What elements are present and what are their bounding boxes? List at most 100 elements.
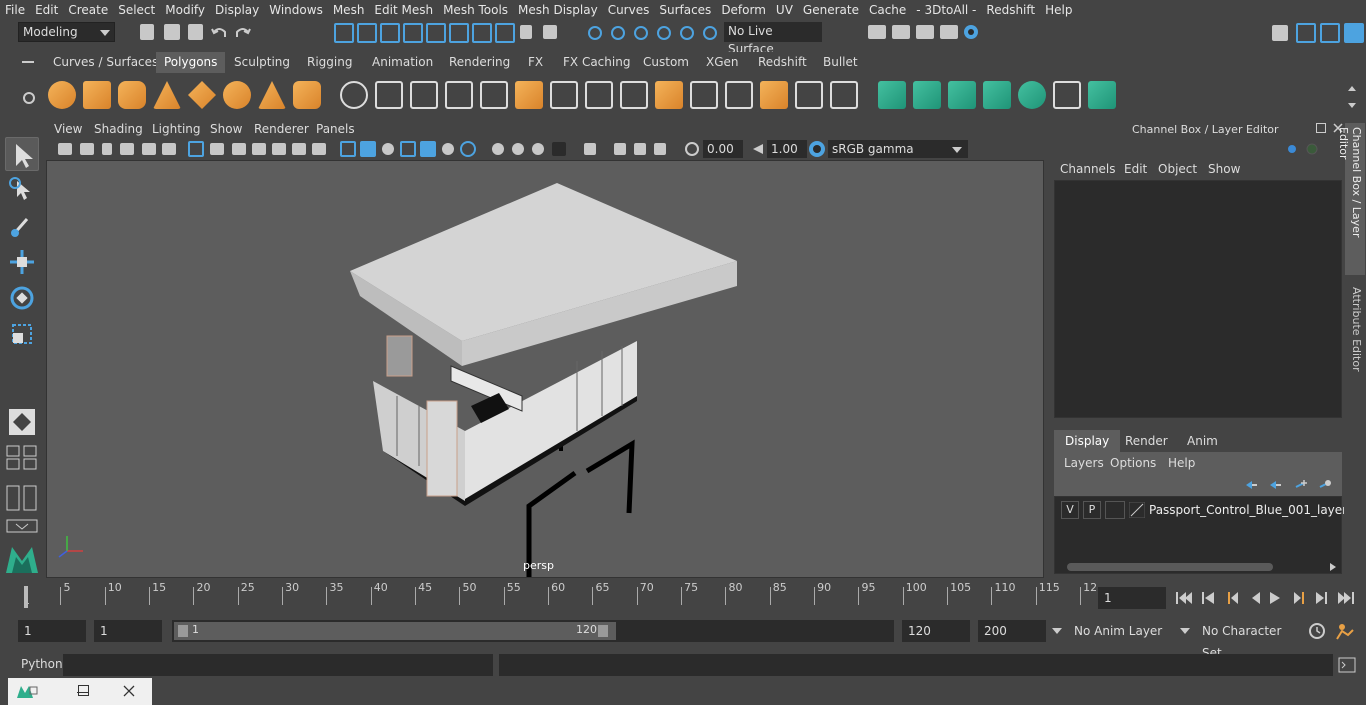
- new-scene-icon[interactable]: [140, 24, 154, 40]
- cylindrical-mapping-icon[interactable]: [913, 81, 941, 109]
- shelf-settings-icon[interactable]: [22, 91, 36, 108]
- resolution-gate-icon[interactable]: [232, 143, 246, 155]
- select-camera-icon[interactable]: [58, 143, 72, 155]
- auto-key-icon[interactable]: [1308, 622, 1326, 643]
- open-scene-icon[interactable]: [164, 24, 180, 40]
- move-tool-icon[interactable]: [5, 245, 39, 279]
- time-slider[interactable]: 1510152025303540455055606570758085909510…: [18, 580, 1097, 612]
- default-material-icon[interactable]: [382, 143, 394, 155]
- grid-icon[interactable]: [188, 141, 204, 157]
- channel-box-menu-channels[interactable]: Channels: [1060, 162, 1116, 176]
- camera-attributes-icon[interactable]: [80, 143, 94, 155]
- planar-mapping-icon[interactable]: [878, 81, 906, 109]
- script-editor-icon[interactable]: [1338, 657, 1356, 676]
- menu-modify[interactable]: Modify: [160, 0, 210, 20]
- fill-hole-icon[interactable]: [655, 81, 683, 109]
- close-icon[interactable]: [122, 684, 136, 701]
- paint-select-tool-icon[interactable]: [5, 209, 39, 243]
- poly-sphere-icon[interactable]: [48, 81, 76, 109]
- menu-3dtoall[interactable]: - 3DtoAll -: [911, 0, 981, 20]
- shelf-tab-xgen[interactable]: XGen: [698, 52, 747, 73]
- wireframe-icon[interactable]: [340, 141, 356, 157]
- poly-cone-icon[interactable]: [153, 81, 181, 109]
- automatic-mapping-icon[interactable]: [983, 81, 1011, 109]
- tab-display[interactable]: Display: [1054, 430, 1121, 452]
- viewport-menu-lighting[interactable]: Lighting: [152, 122, 201, 136]
- menu-deform[interactable]: Deform: [716, 0, 771, 20]
- viewport-persp[interactable]: persp: [46, 160, 1044, 578]
- tab-render[interactable]: Render: [1114, 430, 1179, 452]
- bookmark-icon[interactable]: [102, 143, 112, 155]
- menu-display[interactable]: Display: [210, 0, 264, 20]
- current-time-indicator[interactable]: [24, 586, 28, 608]
- shelf-tab-fx[interactable]: FX: [520, 52, 551, 73]
- menu-cache[interactable]: Cache: [864, 0, 911, 20]
- safe-action-icon[interactable]: [292, 143, 306, 155]
- redo-icon[interactable]: [234, 24, 252, 42]
- multi-cut-icon[interactable]: [550, 81, 578, 109]
- color-space-dropdown[interactable]: sRGB gamma: [828, 140, 968, 158]
- layout-two-panes-icon[interactable]: [6, 485, 38, 514]
- workspace-icon[interactable]: [1272, 25, 1288, 41]
- move-layer-up-icon[interactable]: [1244, 479, 1258, 494]
- hypershade-icon[interactable]: [962, 23, 980, 41]
- snap-grid-icon[interactable]: [586, 24, 604, 42]
- target-weld-icon[interactable]: [795, 81, 823, 109]
- mirror-icon[interactable]: [410, 81, 438, 109]
- toggle-tool-settings-icon[interactable]: [1344, 23, 1364, 43]
- viewport-menu-panels[interactable]: Panels: [316, 122, 355, 136]
- layer-menu-options[interactable]: Options: [1110, 456, 1156, 470]
- xray-icon[interactable]: [614, 143, 626, 155]
- last-tool-icon[interactable]: [5, 405, 39, 439]
- menu-mesh-tools[interactable]: Mesh Tools: [438, 0, 513, 20]
- side-tab-attribute-editor[interactable]: Attribute Editor: [1345, 285, 1365, 375]
- render-settings-icon[interactable]: [868, 25, 886, 39]
- poly-pipe-icon[interactable]: [293, 81, 321, 109]
- undo-icon[interactable]: [210, 24, 228, 42]
- command-input[interactable]: [63, 654, 493, 676]
- viewport-menu-view[interactable]: View: [54, 122, 82, 136]
- field-chart-icon[interactable]: [272, 143, 286, 155]
- gamma-field[interactable]: 1.00: [767, 140, 807, 158]
- menu-create[interactable]: Create: [63, 0, 113, 20]
- color-management-icon[interactable]: [808, 140, 826, 158]
- combine-icon[interactable]: [340, 81, 368, 109]
- layer-row[interactable]: V P Passport_Control_Blue_001_layer: [1059, 501, 1347, 521]
- pick-icon[interactable]: [543, 25, 557, 39]
- channel-box-menu-object[interactable]: Object: [1158, 162, 1197, 176]
- smooth-shade-icon[interactable]: [360, 141, 376, 157]
- channel-box-area[interactable]: [1054, 180, 1342, 418]
- menu-curves[interactable]: Curves: [603, 0, 655, 20]
- select-by-object-icon[interactable]: [357, 23, 377, 43]
- multisample-aa-icon[interactable]: [532, 143, 544, 155]
- shelf-scroll-icon[interactable]: [1346, 83, 1358, 114]
- layer-menu-help[interactable]: Help: [1168, 456, 1195, 470]
- layer-playback-toggle[interactable]: P: [1083, 501, 1101, 519]
- mode-selector[interactable]: Modeling: [18, 22, 115, 42]
- tab-anim[interactable]: Anim: [1176, 430, 1229, 452]
- merge-icon[interactable]: [760, 81, 788, 109]
- depth-of-field-icon[interactable]: [552, 142, 566, 156]
- layer-color-icon[interactable]: [1128, 501, 1146, 521]
- gamma-icon[interactable]: [750, 141, 768, 159]
- poly-pyramid-icon[interactable]: [258, 81, 286, 109]
- animation-preferences-icon[interactable]: [1334, 622, 1356, 643]
- viewport-menu-shading[interactable]: Shading: [94, 122, 143, 136]
- range-slider-track[interactable]: 1 120: [172, 620, 894, 642]
- snap-curve-icon[interactable]: [609, 24, 627, 42]
- menu-mesh[interactable]: Mesh: [328, 0, 370, 20]
- checker-icon[interactable]: [1053, 81, 1081, 109]
- shelf-tab-polygons[interactable]: Polygons: [156, 52, 226, 73]
- range-slider-start-grip[interactable]: [178, 625, 188, 637]
- safe-title-icon[interactable]: [312, 143, 326, 155]
- film-gate-icon[interactable]: [210, 143, 224, 155]
- snap-point-icon[interactable]: [632, 24, 650, 42]
- shelf-tab-animation[interactable]: Animation: [364, 52, 441, 73]
- toggle-attribute-editor-icon[interactable]: [1320, 23, 1340, 43]
- character-set-dropdown[interactable]: No Character Set: [1196, 620, 1300, 660]
- viewport-menu-show[interactable]: Show: [210, 122, 242, 136]
- screen-space-ao-icon[interactable]: [492, 143, 504, 155]
- range-slider-end-grip[interactable]: [598, 625, 608, 637]
- move-layer-down-icon[interactable]: [1268, 479, 1282, 494]
- layer-menu-layers[interactable]: Layers: [1064, 456, 1104, 470]
